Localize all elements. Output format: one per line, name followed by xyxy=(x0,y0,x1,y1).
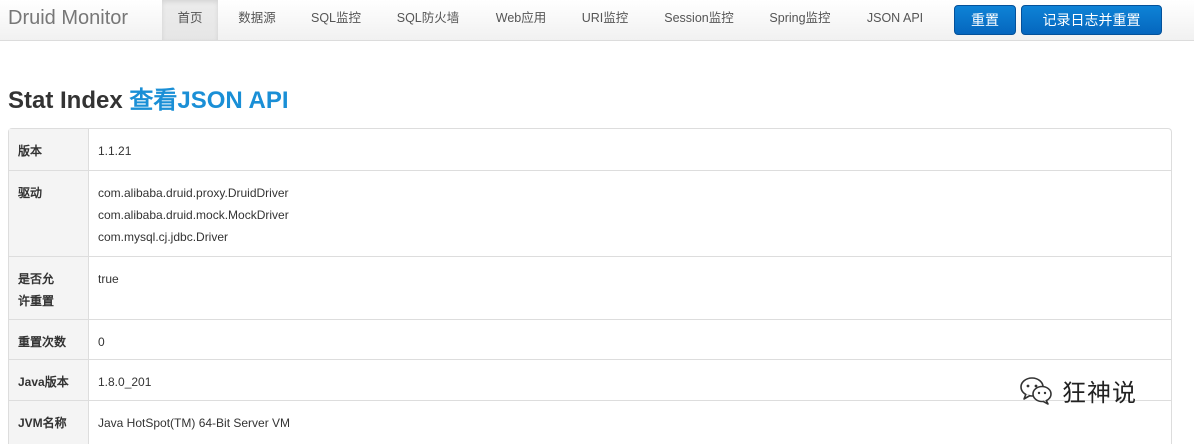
nav-item-json-api[interactable]: JSON API xyxy=(852,0,938,40)
nav-item-web-app[interactable]: Web应用 xyxy=(482,0,560,40)
nav-item-home[interactable]: 首页 xyxy=(162,0,218,40)
nav-item-datasource[interactable]: 数据源 xyxy=(222,0,292,40)
table-row: 重置次数 0 xyxy=(9,319,1171,359)
driver-value: com.alibaba.druid.proxy.DruidDriver xyxy=(98,186,289,200)
stat-index-table: 版本 1.1.21 驱动 com.alibaba.druid.proxy.Dru… xyxy=(8,128,1172,444)
row-value: 0 xyxy=(89,320,1171,359)
table-row: 版本 1.1.21 xyxy=(9,129,1171,170)
row-value: 1.8.0_201 xyxy=(89,360,1171,400)
reset-count-value: 0 xyxy=(98,335,105,349)
java-version-value: 1.8.0_201 xyxy=(98,375,152,389)
driver-value: com.alibaba.druid.mock.MockDriver xyxy=(98,208,289,222)
table-row: Java版本 1.8.0_201 xyxy=(9,359,1171,400)
row-key: Java版本 xyxy=(9,360,89,400)
row-value: true xyxy=(89,257,1171,319)
nav-item-uri-monitor[interactable]: URI监控 xyxy=(566,0,644,40)
table-row: 是否允许重置 true xyxy=(9,256,1171,319)
row-key: 版本 xyxy=(9,129,89,170)
brand-logo-text[interactable]: Druid Monitor xyxy=(8,7,128,30)
view-json-api-link[interactable]: 查看JSON API xyxy=(129,87,288,114)
row-key: JVM名称 xyxy=(9,401,89,444)
row-value: Java HotSpot(TM) 64-Bit Server VM xyxy=(89,401,1171,444)
nav-item-session-monitor[interactable]: Session监控 xyxy=(650,0,748,40)
nav-item-sql-firewall[interactable]: SQL防火墙 xyxy=(380,0,476,40)
page-title: Stat Index 查看JSON API xyxy=(8,80,289,115)
row-key: 重置次数 xyxy=(9,320,89,359)
nav-item-sql-monitor[interactable]: SQL监控 xyxy=(296,0,376,40)
jvm-name-value: Java HotSpot(TM) 64-Bit Server VM xyxy=(98,416,291,430)
top-navbar: Druid Monitor 首页 数据源 SQL监控 SQL防火墙 Web应用 … xyxy=(0,0,1194,41)
wechat-icon xyxy=(1020,377,1052,405)
watermark: 狂神说 xyxy=(1018,372,1137,408)
row-value: 1.1.21 xyxy=(89,129,1171,170)
watermark-text: 狂神说 xyxy=(1062,379,1137,407)
table-row: JVM名称 Java HotSpot(TM) 64-Bit Server VM xyxy=(9,400,1171,444)
nav-item-spring-monitor[interactable]: Spring监控 xyxy=(754,0,846,40)
reset-enabled-value: true xyxy=(98,272,119,286)
page-title-text: Stat Index xyxy=(8,87,123,114)
log-and-reset-button[interactable]: 记录日志并重置 xyxy=(1021,5,1162,35)
driver-value: com.mysql.cj.jdbc.Driver xyxy=(98,230,229,244)
table-row: 驱动 com.alibaba.druid.proxy.DruidDriver c… xyxy=(9,170,1171,256)
row-key: 驱动 xyxy=(9,171,89,256)
row-key: 是否允许重置 xyxy=(9,257,89,319)
version-value: 1.1.21 xyxy=(98,144,132,158)
reset-button[interactable]: 重置 xyxy=(954,5,1016,35)
row-value: com.alibaba.druid.proxy.DruidDriver com.… xyxy=(89,171,1171,256)
